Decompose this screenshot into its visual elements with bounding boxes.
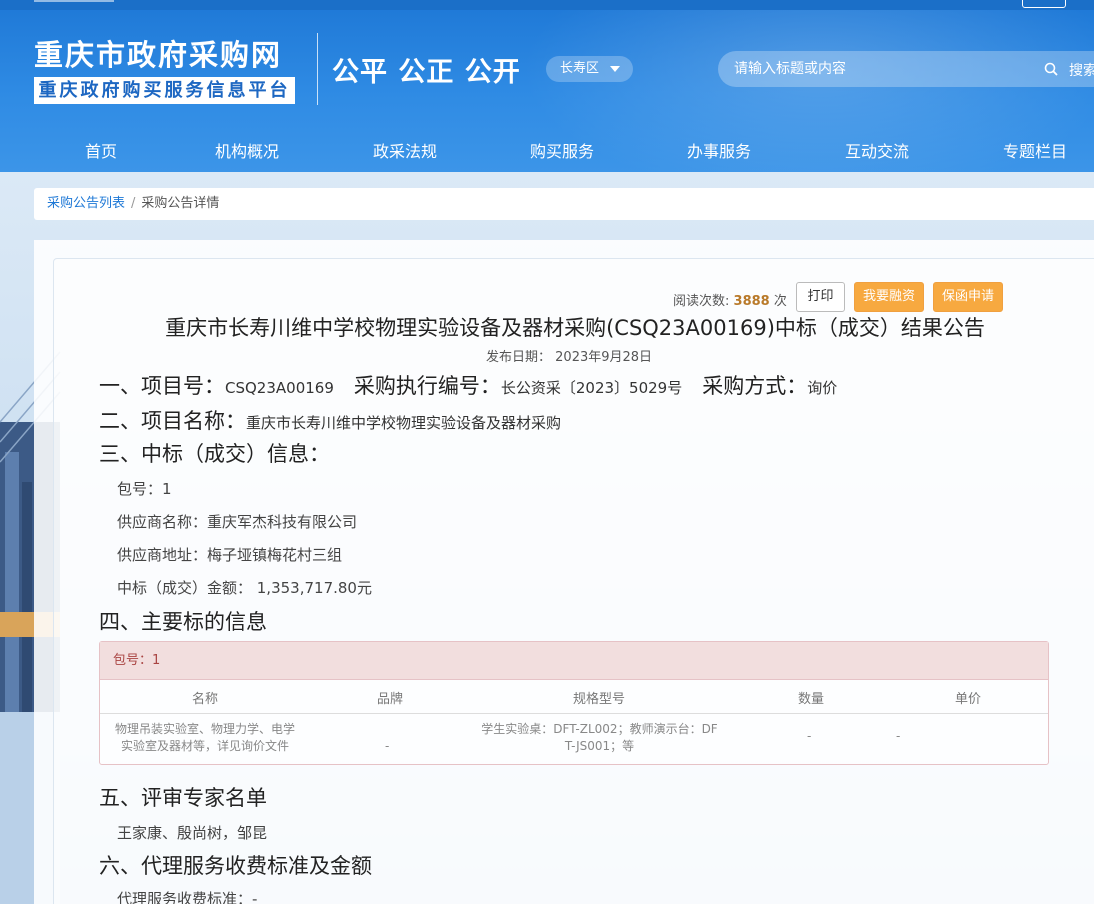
search-icon[interactable] xyxy=(1044,62,1058,76)
column-header-price: 单价 xyxy=(954,692,982,707)
site-logo-title[interactable]: 重庆市政府采购网 xyxy=(34,32,282,74)
notice-title: 重庆市长寿川维中学校物理实验设备及器材采购(CSQ23A00169)中标（成交）… xyxy=(165,316,985,340)
read-count-label: 阅读次数: xyxy=(673,294,730,309)
print-button[interactable]: 打印 xyxy=(796,282,845,312)
nav-item-topics[interactable]: 专题栏目 xyxy=(1003,138,1067,162)
guarantee-button[interactable]: 保函申请 xyxy=(933,282,1003,312)
publish-date: 发布日期： 2023年9月28日 xyxy=(486,346,652,365)
exec-no-label: 采购执行编号： xyxy=(353,374,501,398)
financing-button[interactable]: 我要融资 xyxy=(854,282,924,312)
project-no-value: CSQ23A00169 xyxy=(225,379,334,397)
search-box: 搜索 xyxy=(718,51,1094,87)
project-name-value: 重庆市长寿川维中学校物理实验设备及器材采购 xyxy=(246,414,562,432)
award-supplier: 供应商名称：重庆军杰科技有限公司 xyxy=(117,513,358,531)
method-value: 询价 xyxy=(807,379,838,397)
table-cell-name-line1: 物理吊装实验室、物理力学、电学 xyxy=(114,722,295,736)
top-strip xyxy=(0,0,1094,10)
column-header-spec: 规格型号 xyxy=(572,692,626,707)
main-nav: 首页 机构概况 政采法规 购买服务 办事服务 互动交流 专题栏目 xyxy=(0,130,1094,170)
project-name-label: 二、项目名称： xyxy=(99,409,246,433)
search-input[interactable] xyxy=(734,51,1034,87)
fee-standard: 代理服务收费标准：- xyxy=(117,890,258,904)
publish-date-value: 2023年9月28日 xyxy=(555,350,653,365)
header-divider xyxy=(317,33,318,105)
items-table-package: 包号：1 xyxy=(100,642,1048,680)
nav-item-about[interactable]: 机构概况 xyxy=(215,138,279,162)
breadcrumb-list-link[interactable]: 采购公告列表 xyxy=(47,196,125,211)
nav-item-services[interactable]: 办事服务 xyxy=(687,138,751,162)
search-button[interactable]: 搜索 xyxy=(1069,60,1094,80)
header-slogan: 公平 公正 公开 xyxy=(332,57,521,88)
table-cell-brand: - xyxy=(385,739,390,753)
table-cell-qty: - xyxy=(807,729,812,743)
top-links[interactable] xyxy=(34,0,114,2)
items-table: 包号：1 名称 品牌 规格型号 数量 单价 物理吊装实验室、物理力学、电学 实验… xyxy=(99,641,1049,765)
nav-item-regulations[interactable]: 政采法规 xyxy=(373,138,437,162)
table-cell-spec-line1: 学生实验桌：DFT-ZL002；教师演示台：DF xyxy=(481,722,718,736)
publish-date-label: 发布日期： xyxy=(486,350,552,365)
read-count-unit: 次 xyxy=(773,294,787,309)
section-award-heading: 三、中标（成交）信息： xyxy=(99,442,330,466)
site-header: 重庆市政府采购网 重庆政府购买服务信息平台 公平 公正 公开 长寿区 搜索 首页… xyxy=(0,0,1094,172)
project-no-label: 一、项目号： xyxy=(99,374,225,398)
column-header-name: 名称 xyxy=(191,692,219,707)
method-label: 采购方式： xyxy=(702,374,808,398)
section-items-heading: 四、主要标的信息 xyxy=(99,610,267,634)
top-login-button[interactable] xyxy=(1022,0,1066,8)
site-logo-subtitle: 重庆政府购买服务信息平台 xyxy=(34,77,295,104)
award-package: 包号：1 xyxy=(117,480,172,498)
section-project-name: 二、项目名称：重庆市长寿川维中学校物理实验设备及器材采购 xyxy=(99,405,561,435)
column-header-qty: 数量 xyxy=(797,692,825,707)
table-row: 物理吊装实验室、物理力学、电学 实验室及器材等，详见询价文件 - 学生实验桌：D… xyxy=(100,714,1048,764)
column-header-brand: 品牌 xyxy=(376,692,404,707)
nav-item-interaction[interactable]: 互动交流 xyxy=(845,138,909,162)
nav-item-home[interactable]: 首页 xyxy=(85,138,117,162)
exec-no-value: 长公资采〔2023〕5029号 xyxy=(500,379,683,397)
table-cell-name: 物理吊装实验室、物理力学、电学 实验室及器材等，详见询价文件 xyxy=(105,721,305,755)
nav-item-purchase-services[interactable]: 购买服务 xyxy=(530,138,594,162)
section-fee-heading: 六、代理服务收费标准及金额 xyxy=(99,854,372,878)
award-address: 供应商地址：梅子垭镇梅花村三组 xyxy=(117,546,343,564)
caret-down-icon xyxy=(610,66,620,72)
region-select[interactable]: 长寿区 xyxy=(546,56,633,82)
table-cell-name-line2: 实验室及器材等，详见询价文件 xyxy=(120,739,289,753)
experts-list: 王家康、殷尚树，邹昆 xyxy=(117,824,268,842)
section-project-info: 一、项目号：CSQ23A00169 采购执行编号：长公资采〔2023〕5029号 采… xyxy=(99,370,837,400)
table-cell-price: - xyxy=(896,729,901,743)
items-table-header: 名称 品牌 规格型号 数量 单价 xyxy=(100,680,1048,714)
table-cell-spec: 学生实验桌：DFT-ZL002；教师演示台：DF T-JS001；等 xyxy=(472,721,727,755)
read-count: 阅读次数: 3888 次 xyxy=(673,290,787,309)
breadcrumb: 采购公告列表 / 采购公告详情 xyxy=(34,188,1094,220)
section-experts-heading: 五、评审专家名单 xyxy=(99,786,267,810)
region-select-label: 长寿区 xyxy=(560,61,600,76)
award-amount: 中标（成交）金额： 1,353,717.80元 xyxy=(117,579,372,597)
breadcrumb-current: 采购公告详情 xyxy=(141,196,220,211)
table-cell-spec-line2: T-JS001；等 xyxy=(564,739,635,753)
read-count-value: 3888 xyxy=(733,294,770,309)
breadcrumb-separator: / xyxy=(131,196,136,211)
